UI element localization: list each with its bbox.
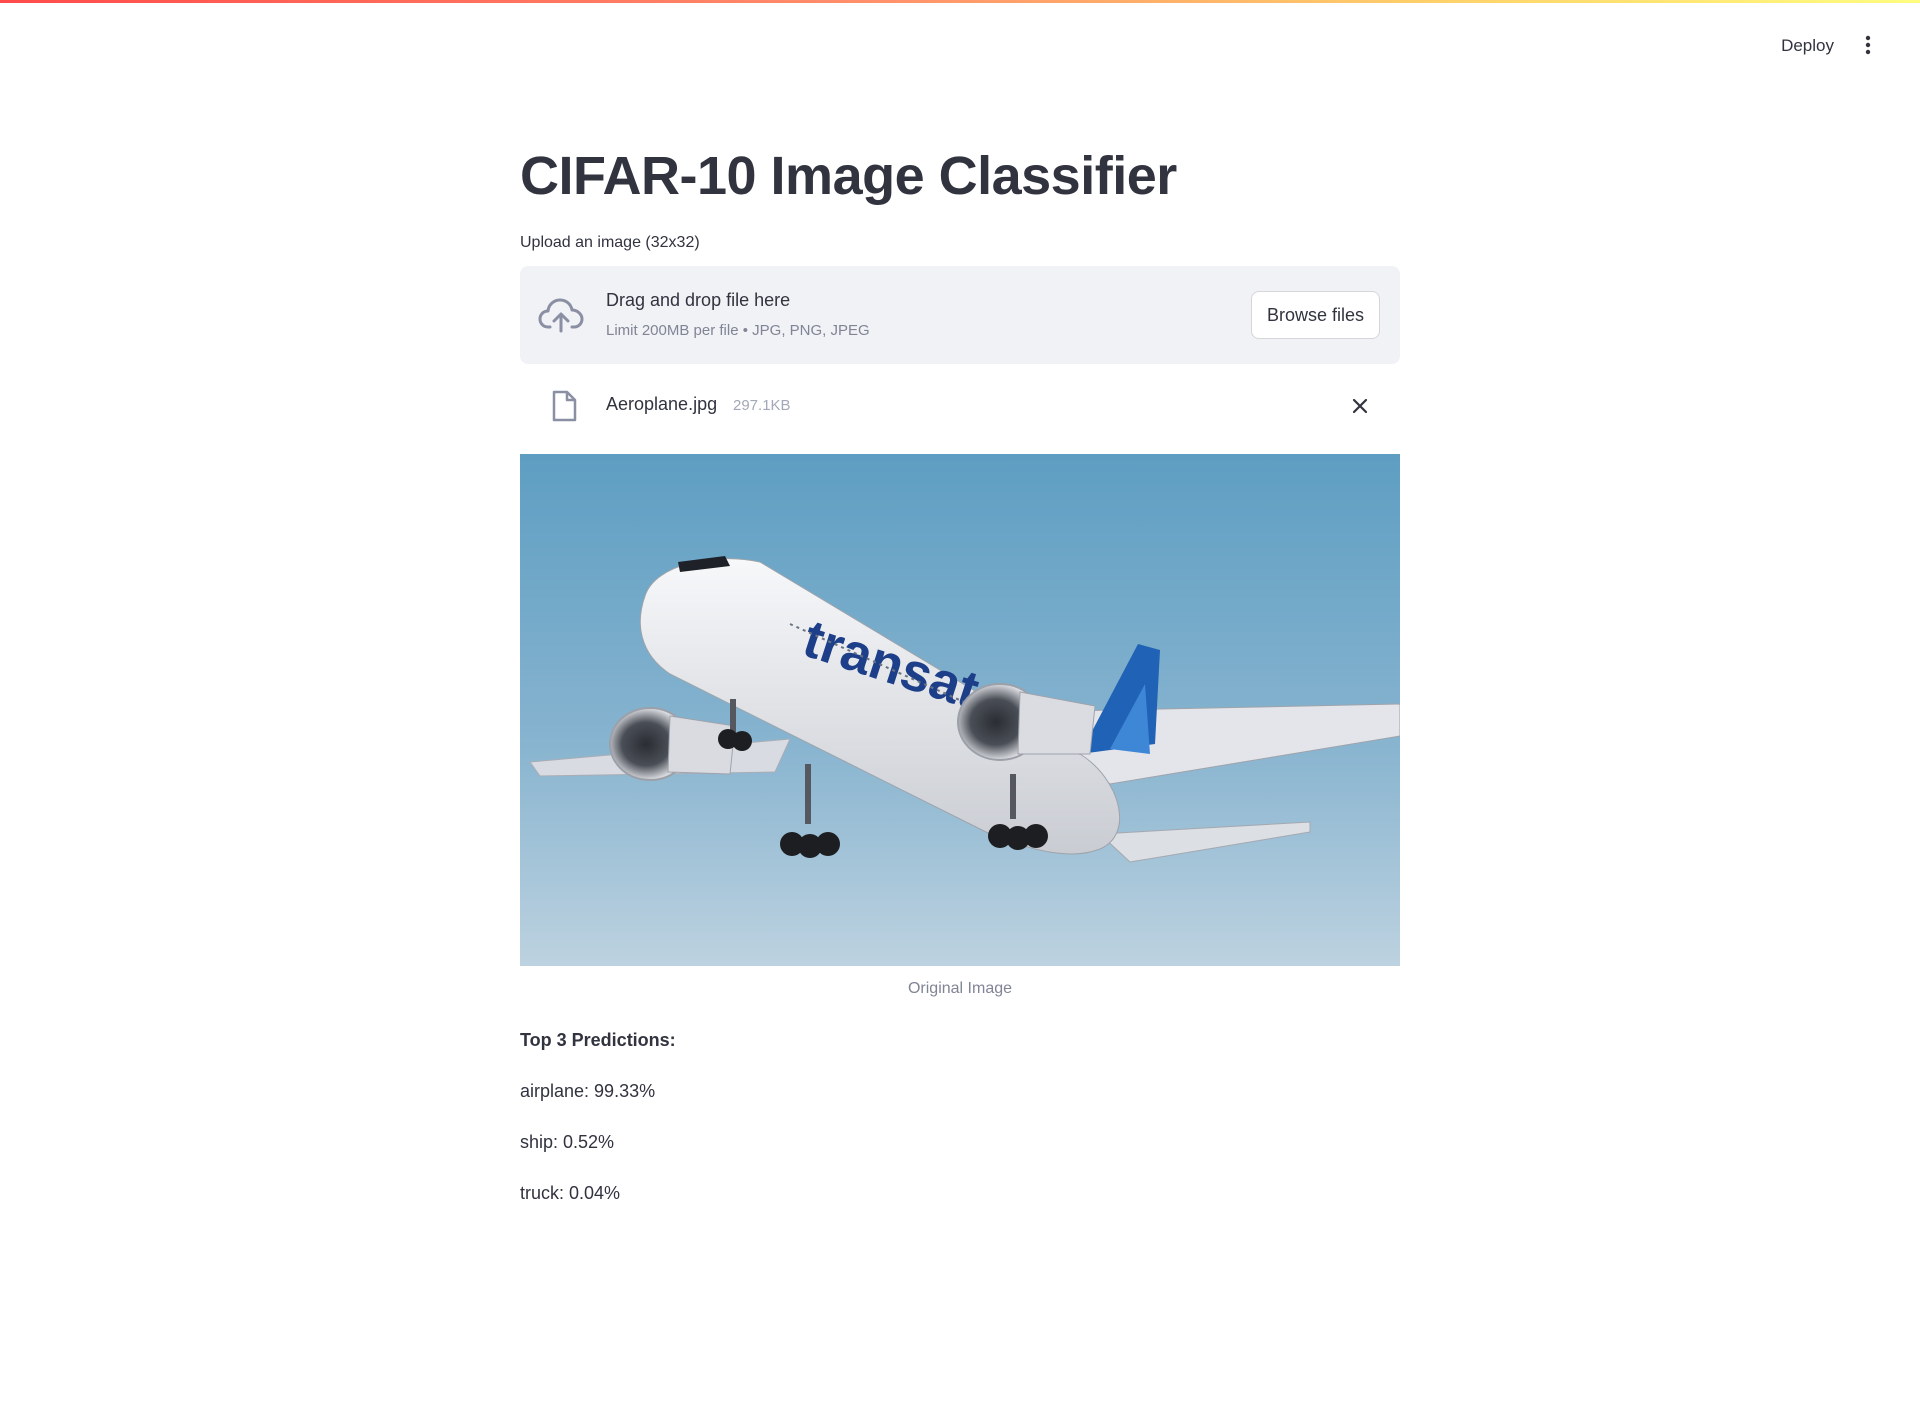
prediction-item: airplane: 99.33% — [520, 1081, 656, 1101]
app-header: Deploy — [0, 0, 1920, 90]
uploaded-file-row: Aeroplane.jpg 297.1KB — [520, 364, 1400, 454]
browse-files-button[interactable]: Browse files — [1250, 291, 1380, 339]
prediction-item: truck: 0.04% — [520, 1183, 621, 1203]
predictions-heading: Top 3 Predictions: — [520, 1030, 676, 1050]
file-icon — [552, 390, 577, 422]
remove-file-close-icon[interactable] — [1350, 396, 1370, 416]
main-menu-button[interactable] — [1856, 33, 1880, 57]
uploaded-file-name: Aeroplane.jpg — [606, 394, 718, 414]
image-caption: Original Image — [907, 980, 1013, 997]
dropzone-limit-text: Limit 200MB per file • JPG, PNG, JPEG — [606, 322, 870, 339]
uploaded-file-size: 297.1KB — [733, 397, 791, 414]
main-content: CIFAR-10 Image Classifier Upload an imag… — [520, 140, 1400, 1204]
uploaded-image: transat — [520, 454, 1400, 966]
kebab-menu-icon — [1865, 35, 1871, 55]
upload-label: Upload an image (32x32) — [520, 234, 700, 251]
deploy-button[interactable]: Deploy — [1771, 30, 1844, 62]
prediction-item: ship: 0.52% — [520, 1132, 615, 1152]
page-title: CIFAR-10 Image Classifier — [520, 146, 1177, 206]
dropzone-title: Drag and drop file here — [606, 290, 791, 310]
cloud-upload-icon — [538, 298, 584, 333]
airplane-photo: transat — [520, 454, 1400, 966]
file-dropzone[interactable]: Drag and drop file here Limit 200MB per … — [520, 266, 1400, 364]
